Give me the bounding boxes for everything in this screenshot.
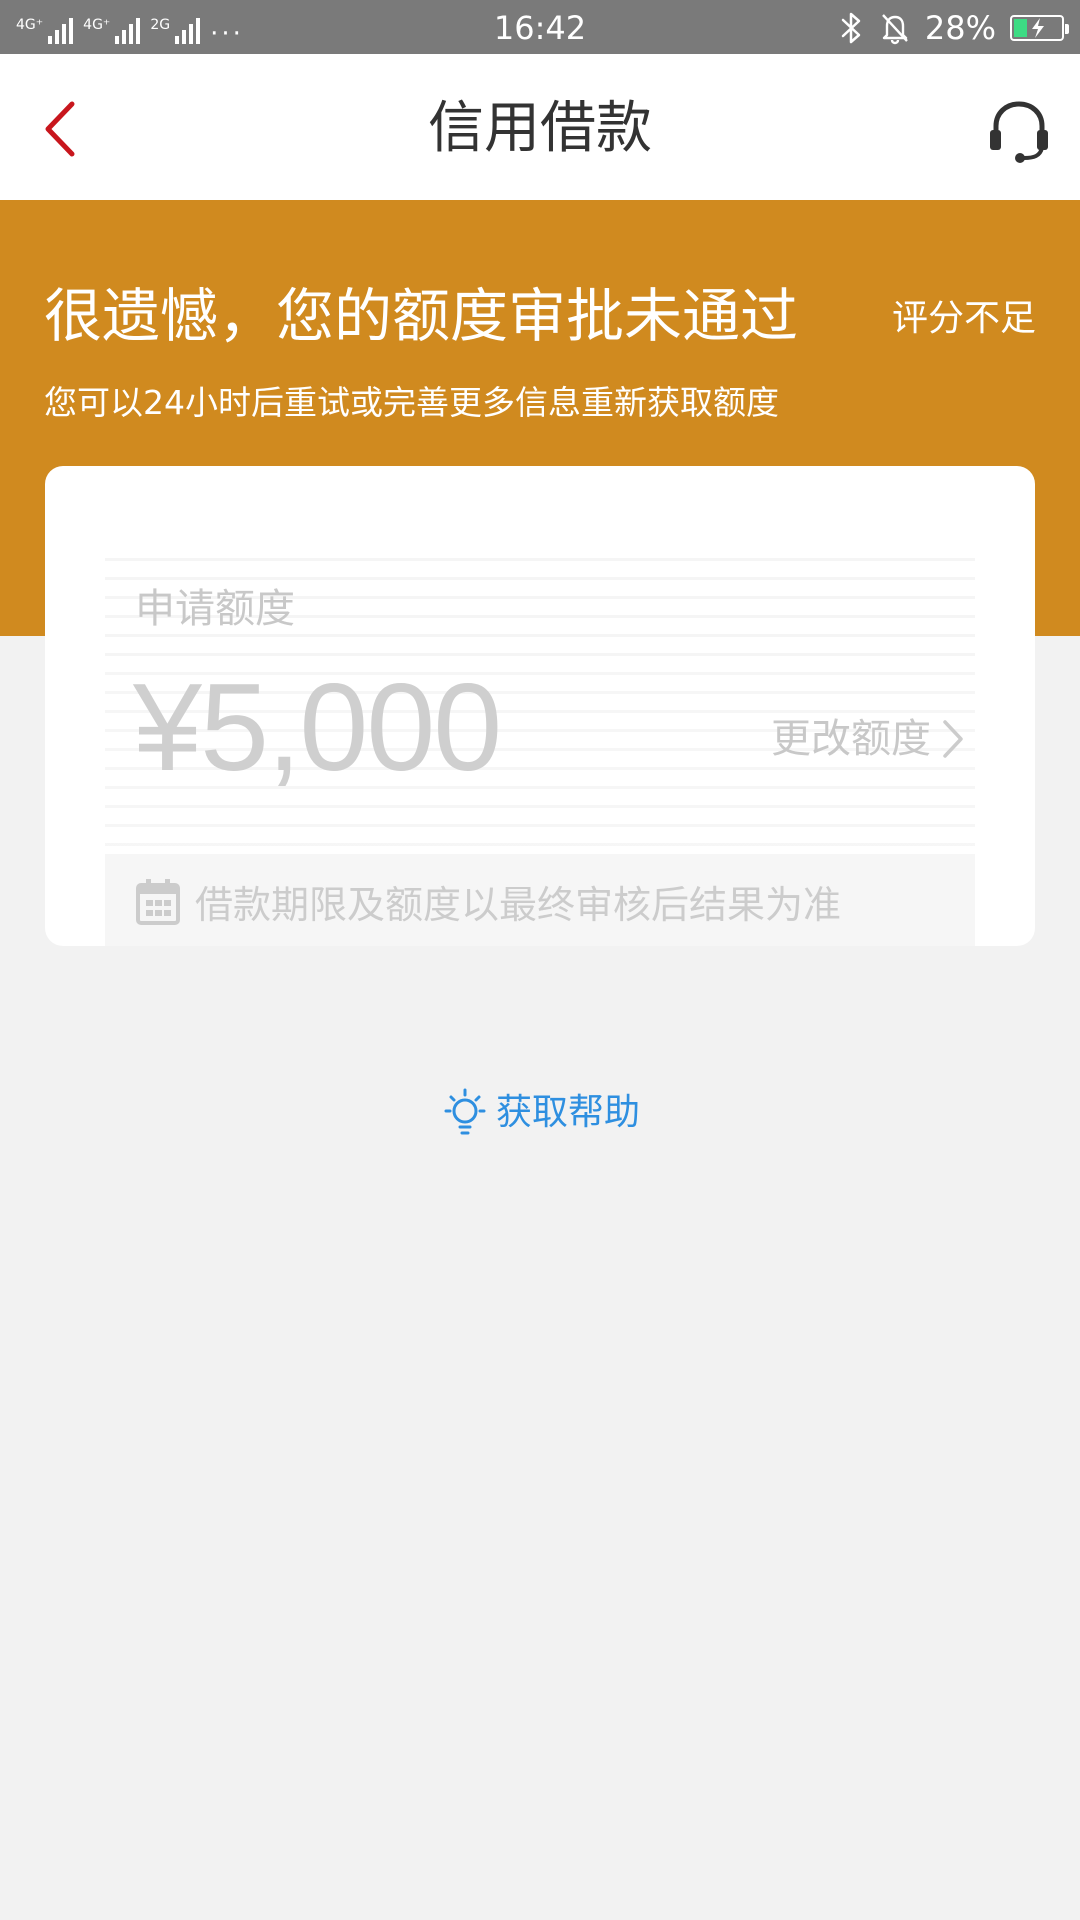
screen: 4G⁺ 4G⁺ 2G ··· 16:42 28% 信用借款 很遗憾，您的额度审批… (0, 0, 1080, 1920)
status-bar: 4G⁺ 4G⁺ 2G ··· 16:42 28% (0, 0, 1080, 54)
change-amount-label: 更改额度 (771, 716, 931, 762)
term-note: 借款期限及额度以最终审核后结果为准 (195, 883, 842, 927)
get-help-label: 获取帮助 (496, 1092, 641, 1133)
credit-amount-card: 申请额度 ¥5,000 更改额度 借款期限及额度以最终审核后结果为准 (45, 466, 1035, 946)
amount-label: 申请额度 (135, 586, 295, 632)
rejection-title: 很遗憾，您的额度审批未通过 (44, 282, 799, 350)
customer-service-button[interactable] (984, 96, 1054, 166)
amount-value: ¥5,000 (133, 659, 502, 797)
rejection-reason: 评分不足 (891, 298, 1036, 339)
battery-fill (1014, 19, 1027, 37)
amount-panel: 申请额度 ¥5,000 更改额度 借款期限及额度以最终审核后结果为准 (105, 542, 975, 946)
page-title: 信用借款 (428, 96, 652, 161)
bell-mute-icon (881, 14, 908, 45)
headset-icon (990, 101, 1048, 163)
term-note-row: 借款期限及额度以最终审核后结果为准 (105, 854, 975, 946)
change-amount-button[interactable]: 更改额度 (771, 714, 965, 764)
battery-percent: 28% (924, 9, 996, 47)
bluetooth-icon (841, 12, 861, 44)
lightbulb-icon (444, 1088, 486, 1135)
calendar-icon (136, 879, 180, 925)
retry-hint: 您可以24小时后重试或完善更多信息重新获取额度 (44, 383, 779, 422)
charging-bolt-icon (1032, 18, 1044, 38)
battery-icon (1010, 15, 1069, 41)
chevron-right-icon (943, 720, 963, 758)
get-help-link[interactable]: 获取帮助 (440, 1086, 640, 1140)
nav-bar: 信用借款 (0, 54, 1080, 200)
status-right: 28% (839, 8, 1069, 48)
